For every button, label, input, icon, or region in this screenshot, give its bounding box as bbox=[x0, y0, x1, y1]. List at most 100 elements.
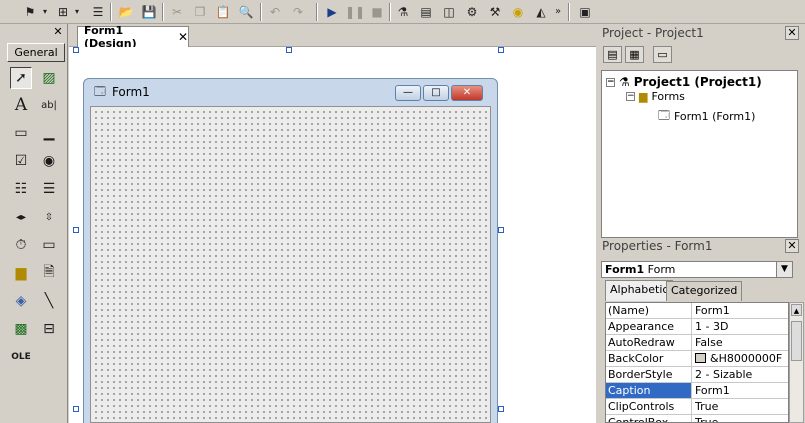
property-value[interactable]: Form1 bbox=[695, 383, 788, 398]
tab-form1-design[interactable]: Form1 (Design) ✕ bbox=[77, 24, 189, 50]
start-icon[interactable]: ▶ bbox=[322, 3, 342, 20]
save-project-icon[interactable]: 💾 bbox=[139, 3, 159, 20]
property-value[interactable]: False bbox=[695, 335, 788, 350]
toolbox-close-button[interactable]: ✕ bbox=[51, 25, 65, 38]
checkbox-tool-icon[interactable]: ☑ bbox=[10, 150, 32, 172]
maximize-button[interactable]: □ bbox=[423, 85, 449, 101]
hscrollbar-tool-icon[interactable]: ◂▸ bbox=[10, 206, 32, 228]
resize-handle[interactable] bbox=[498, 47, 504, 53]
close-button[interactable]: ✕ bbox=[451, 85, 483, 101]
ole-tool-icon[interactable]: OLE bbox=[10, 346, 32, 368]
break-icon[interactable]: ❚❚ bbox=[345, 3, 365, 20]
design-canvas[interactable]: 🗔 Form1 — □ ✕ bbox=[69, 47, 596, 423]
property-value[interactable]: &H8000000F bbox=[695, 351, 788, 366]
dropdown-arrow-icon[interactable]: ▾ bbox=[73, 3, 81, 20]
toolbar-separator bbox=[260, 3, 262, 21]
properties-window-icon[interactable]: ▤ bbox=[416, 3, 436, 20]
dirlistbox-tool-icon[interactable]: ▆ bbox=[10, 262, 32, 284]
property-name: (Name) bbox=[606, 303, 692, 318]
image-tool-icon[interactable]: ▩ bbox=[10, 318, 32, 340]
form1-window[interactable]: 🗔 Form1 — □ ✕ bbox=[83, 78, 498, 423]
combobox-tool-icon[interactable]: ☷ bbox=[10, 178, 32, 200]
property-row[interactable]: BorderStyle 2 - Sizable bbox=[606, 367, 788, 383]
resize-handle[interactable] bbox=[498, 227, 504, 233]
properties-close-button[interactable]: ✕ bbox=[785, 239, 799, 253]
object-combo[interactable]: Form1 Form ▼ bbox=[601, 261, 793, 278]
listbox-tool-icon[interactable]: ☰ bbox=[38, 178, 60, 200]
object-browser-icon[interactable]: ⚙ bbox=[462, 3, 482, 20]
tab-alphabetic[interactable]: Alphabetic bbox=[605, 280, 674, 301]
tree-node-forms-folder[interactable]: − ▆ Forms bbox=[626, 90, 685, 103]
resize-handle[interactable] bbox=[286, 47, 292, 53]
component-manager-icon[interactable]: ◭ bbox=[531, 3, 551, 20]
toolbar-overflow-icon[interactable]: » bbox=[553, 3, 563, 20]
redo-icon[interactable]: ↷ bbox=[288, 3, 308, 20]
property-row[interactable]: ControlBox True bbox=[606, 415, 788, 422]
drivelistbox-tool-icon[interactable]: ▭ bbox=[38, 234, 60, 256]
add-project-icon[interactable]: ⚑ bbox=[19, 3, 41, 20]
property-grid-scrollbar[interactable]: ▲ bbox=[789, 302, 804, 423]
property-value[interactable]: 2 - Sizable bbox=[695, 367, 788, 382]
tree-node-project[interactable]: − ⚗ Project1 (Project1) bbox=[606, 75, 762, 89]
color-swatch bbox=[695, 353, 706, 363]
toggle-folders-icon[interactable]: ▭ bbox=[653, 46, 672, 63]
copy-icon[interactable]: ❐ bbox=[190, 3, 210, 20]
property-row[interactable]: ClipControls True bbox=[606, 399, 788, 415]
timer-tool-icon[interactable]: ⏱ bbox=[10, 234, 32, 256]
optionbutton-tool-icon[interactable]: ◉ bbox=[38, 150, 60, 172]
tree-node-form1[interactable]: 🗔 Form1 (Form1) bbox=[658, 107, 755, 126]
project-tree[interactable]: − ⚗ Project1 (Project1) − ▆ Forms 🗔 Form… bbox=[601, 70, 798, 238]
chevron-down-icon[interactable]: ▼ bbox=[776, 262, 792, 277]
project-explorer-icon[interactable]: ⚗ bbox=[393, 3, 413, 20]
property-value[interactable]: Form1 bbox=[695, 303, 788, 318]
cut-icon[interactable]: ✂ bbox=[167, 3, 187, 20]
collapse-icon[interactable]: − bbox=[606, 77, 615, 87]
form1-client-area[interactable] bbox=[90, 106, 491, 423]
add-form-icon[interactable]: ⊞ bbox=[53, 3, 73, 20]
property-value[interactable]: True bbox=[695, 399, 788, 414]
scroll-up-icon[interactable]: ▲ bbox=[791, 304, 802, 316]
project-explorer-close-button[interactable]: ✕ bbox=[785, 26, 799, 40]
resize-handle[interactable] bbox=[498, 406, 504, 412]
shape-tool-icon[interactable]: ◈ bbox=[10, 290, 32, 312]
property-row[interactable]: (Name) Form1 bbox=[606, 303, 788, 319]
data-tool-icon[interactable]: ⊟ bbox=[38, 318, 60, 340]
dropdown-arrow-icon[interactable]: ▾ bbox=[41, 3, 49, 20]
pointer-tool-icon[interactable]: ➚ bbox=[10, 67, 32, 89]
vscrollbar-tool-icon[interactable]: ⇳ bbox=[38, 206, 60, 228]
picturebox-tool-icon[interactable]: ▨ bbox=[38, 67, 60, 89]
end-icon[interactable]: ■ bbox=[367, 3, 387, 20]
property-value[interactable]: True bbox=[695, 415, 788, 422]
property-value[interactable]: 1 - 3D bbox=[695, 319, 788, 334]
property-row[interactable]: AutoRedraw False bbox=[606, 335, 788, 351]
collapse-icon[interactable]: − bbox=[626, 92, 635, 101]
frame-tool-icon[interactable]: ▭ bbox=[10, 122, 32, 144]
tab-close-button[interactable]: ✕ bbox=[178, 30, 188, 44]
paste-icon[interactable]: 📋 bbox=[213, 3, 233, 20]
resize-handle[interactable] bbox=[73, 47, 79, 53]
line-tool-icon[interactable]: ╲ bbox=[38, 290, 60, 312]
toolbox-general-tab[interactable]: General bbox=[7, 43, 65, 62]
resize-handle[interactable] bbox=[73, 406, 79, 412]
find-icon[interactable]: 🔍 bbox=[236, 3, 256, 20]
tab-categorized[interactable]: Categorized bbox=[666, 281, 743, 301]
resize-handle[interactable] bbox=[73, 227, 79, 233]
minimize-button[interactable]: — bbox=[395, 85, 421, 101]
second-toolbar-icon[interactable]: ▣ bbox=[575, 3, 595, 20]
view-object-icon[interactable]: ▦ bbox=[625, 46, 644, 63]
label-tool-icon[interactable]: A bbox=[10, 94, 32, 116]
property-row[interactable]: Appearance 1 - 3D bbox=[606, 319, 788, 335]
filelistbox-tool-icon[interactable]: 🗎 bbox=[38, 262, 60, 284]
view-code-icon[interactable]: ▤ bbox=[603, 46, 622, 63]
data-view-icon[interactable]: ◉ bbox=[508, 3, 528, 20]
toolbox-icon[interactable]: ⚒ bbox=[485, 3, 505, 20]
form-layout-icon[interactable]: ◫ bbox=[439, 3, 459, 20]
open-project-icon[interactable]: 📂 bbox=[116, 3, 136, 20]
textbox-tool-icon[interactable]: ab| bbox=[38, 94, 60, 116]
undo-icon[interactable]: ↶ bbox=[265, 3, 285, 20]
property-row[interactable]: BackColor &H8000000F bbox=[606, 351, 788, 367]
scroll-thumb[interactable] bbox=[791, 321, 802, 361]
menu-editor-icon[interactable]: ☰ bbox=[88, 3, 108, 20]
commandbutton-tool-icon[interactable]: ▁ bbox=[38, 122, 60, 144]
property-row-selected[interactable]: Caption Form1 bbox=[606, 383, 788, 399]
